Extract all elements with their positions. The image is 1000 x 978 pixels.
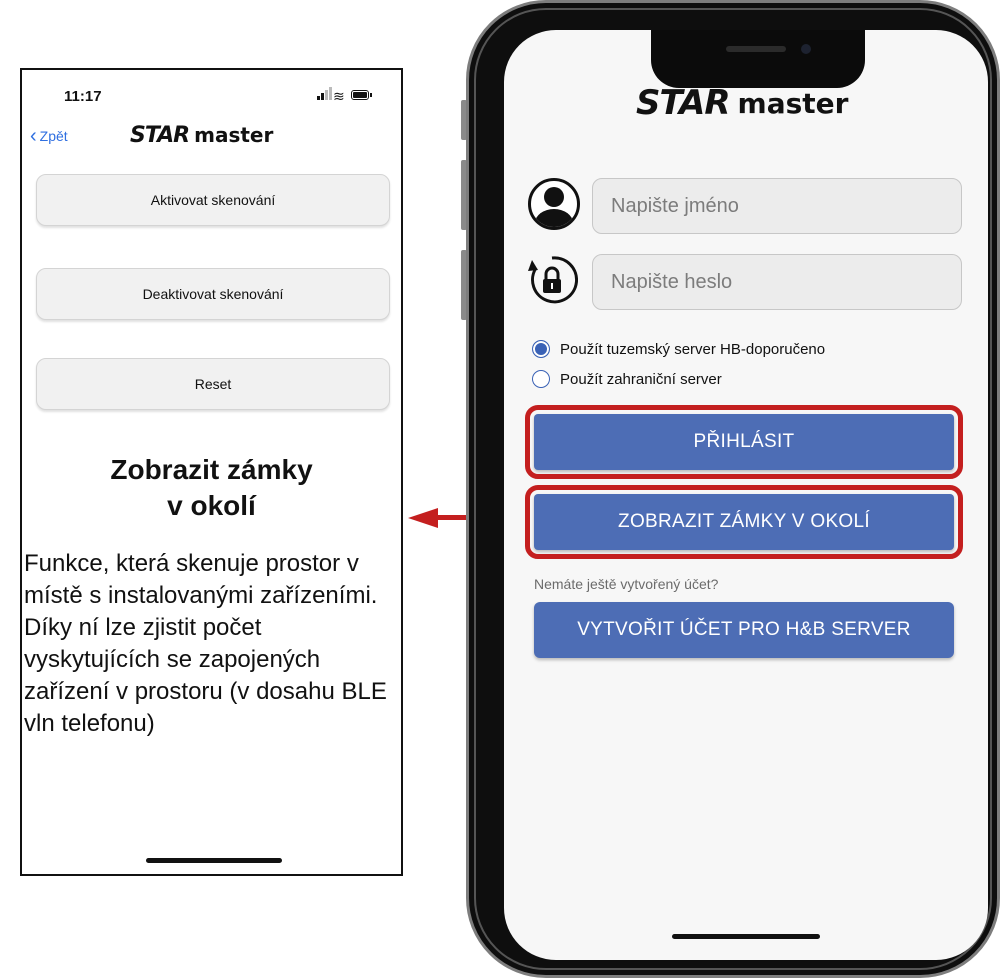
back-chevron-icon: ‹ [30,125,37,147]
status-time: 11:17 [64,88,102,105]
status-icons: ≋ [317,87,377,104]
home-indicator [672,934,820,939]
radio-selected-icon [532,340,550,358]
starmaster-logo: STAR master [130,121,273,149]
starmaster-logo-large: STAR master [636,80,848,126]
logo-master: master [194,123,274,147]
create-account-button[interactable]: VYTVOŘIT ÚČET PRO H&B SERVER [534,602,954,658]
battery-icon [351,90,372,100]
feature-title-line1: Zobrazit zámky [110,454,313,485]
no-account-hint: Nemáte ještě vytvořený účet? [534,576,719,592]
password-field[interactable]: Napište heslo [592,254,962,310]
user-avatar-icon [528,178,580,230]
logo-star: STAR [130,122,190,148]
lock-refresh-icon [528,256,578,304]
show-locks-nearby-button[interactable]: ZOBRAZIT ZÁMKY V OKOLÍ [525,485,963,559]
back-button[interactable]: ‹ Zpět [30,125,68,147]
logo-master: master [737,86,849,120]
radio-label: Použít zahraniční server [560,370,722,388]
radio-label: Použít tuzemský server HB-doporučeno [560,340,826,358]
radio-unselected-icon [532,370,550,388]
activate-scanning-button[interactable]: Aktivovat skenování [36,174,390,226]
signal-icon [317,87,332,102]
back-label: Zpět [39,128,68,144]
feature-description: Funkce, která skenuje prostor v místě s … [24,550,387,737]
username-field[interactable]: Napište jméno [592,178,962,234]
login-button[interactable]: PŘIHLÁSIT [525,405,963,479]
wifi-icon: ≋ [333,88,345,104]
feature-title-line2: v okolí [167,490,256,521]
radio-foreign-server[interactable]: Použít zahraniční server [532,370,722,388]
login-screen: STAR master Napište jméno Napište heslo … [504,30,988,960]
phone-mockup: STAR master Napište jméno Napište heslo … [461,0,1000,978]
scan-screen-frame: 11:17 ≋ ‹ Zpět STAR master Aktivovat ske… [20,68,403,876]
radio-domestic-server[interactable]: Použít tuzemský server HB-doporučeno [532,340,825,358]
reset-button[interactable]: Reset [36,358,390,410]
deactivate-scanning-button[interactable]: Deaktivovat skenování [36,268,390,320]
home-indicator [146,858,282,863]
logo-star: STAR [636,83,731,123]
